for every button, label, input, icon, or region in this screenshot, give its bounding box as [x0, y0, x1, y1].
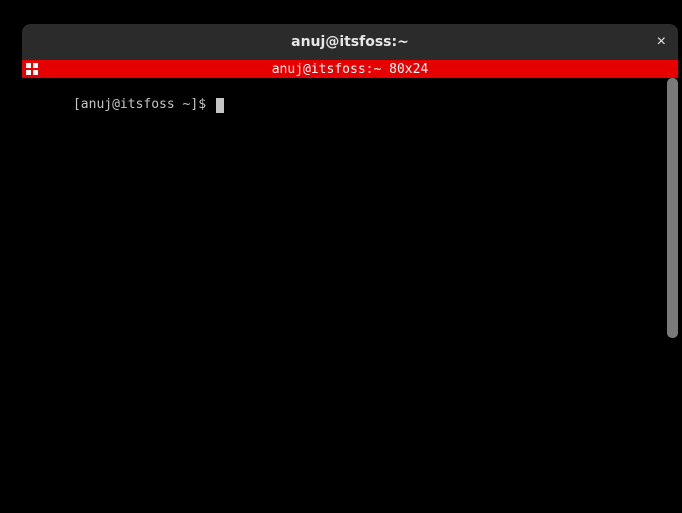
grid-icon[interactable] [25, 62, 39, 76]
cursor [216, 98, 224, 113]
terminal-area[interactable]: [anuj@itsfoss ~]$ [22, 78, 678, 513]
scrollbar-thumb[interactable] [667, 78, 678, 338]
titlebar[interactable]: anuj@itsfoss:~ × [22, 24, 678, 60]
close-button[interactable]: × [657, 34, 666, 50]
shell-prompt: [anuj@itsfoss ~]$ [73, 97, 214, 113]
tabbar[interactable]: anuj@itsfoss:~ 80x24 [22, 60, 678, 78]
window-title: anuj@itsfoss:~ [291, 34, 409, 50]
terminal-content[interactable]: [anuj@itsfoss ~]$ [22, 78, 678, 132]
tab-title: anuj@itsfoss:~ 80x24 [272, 62, 429, 77]
terminal-window: anuj@itsfoss:~ × anuj@itsfoss:~ 80x24 [a… [22, 24, 678, 513]
